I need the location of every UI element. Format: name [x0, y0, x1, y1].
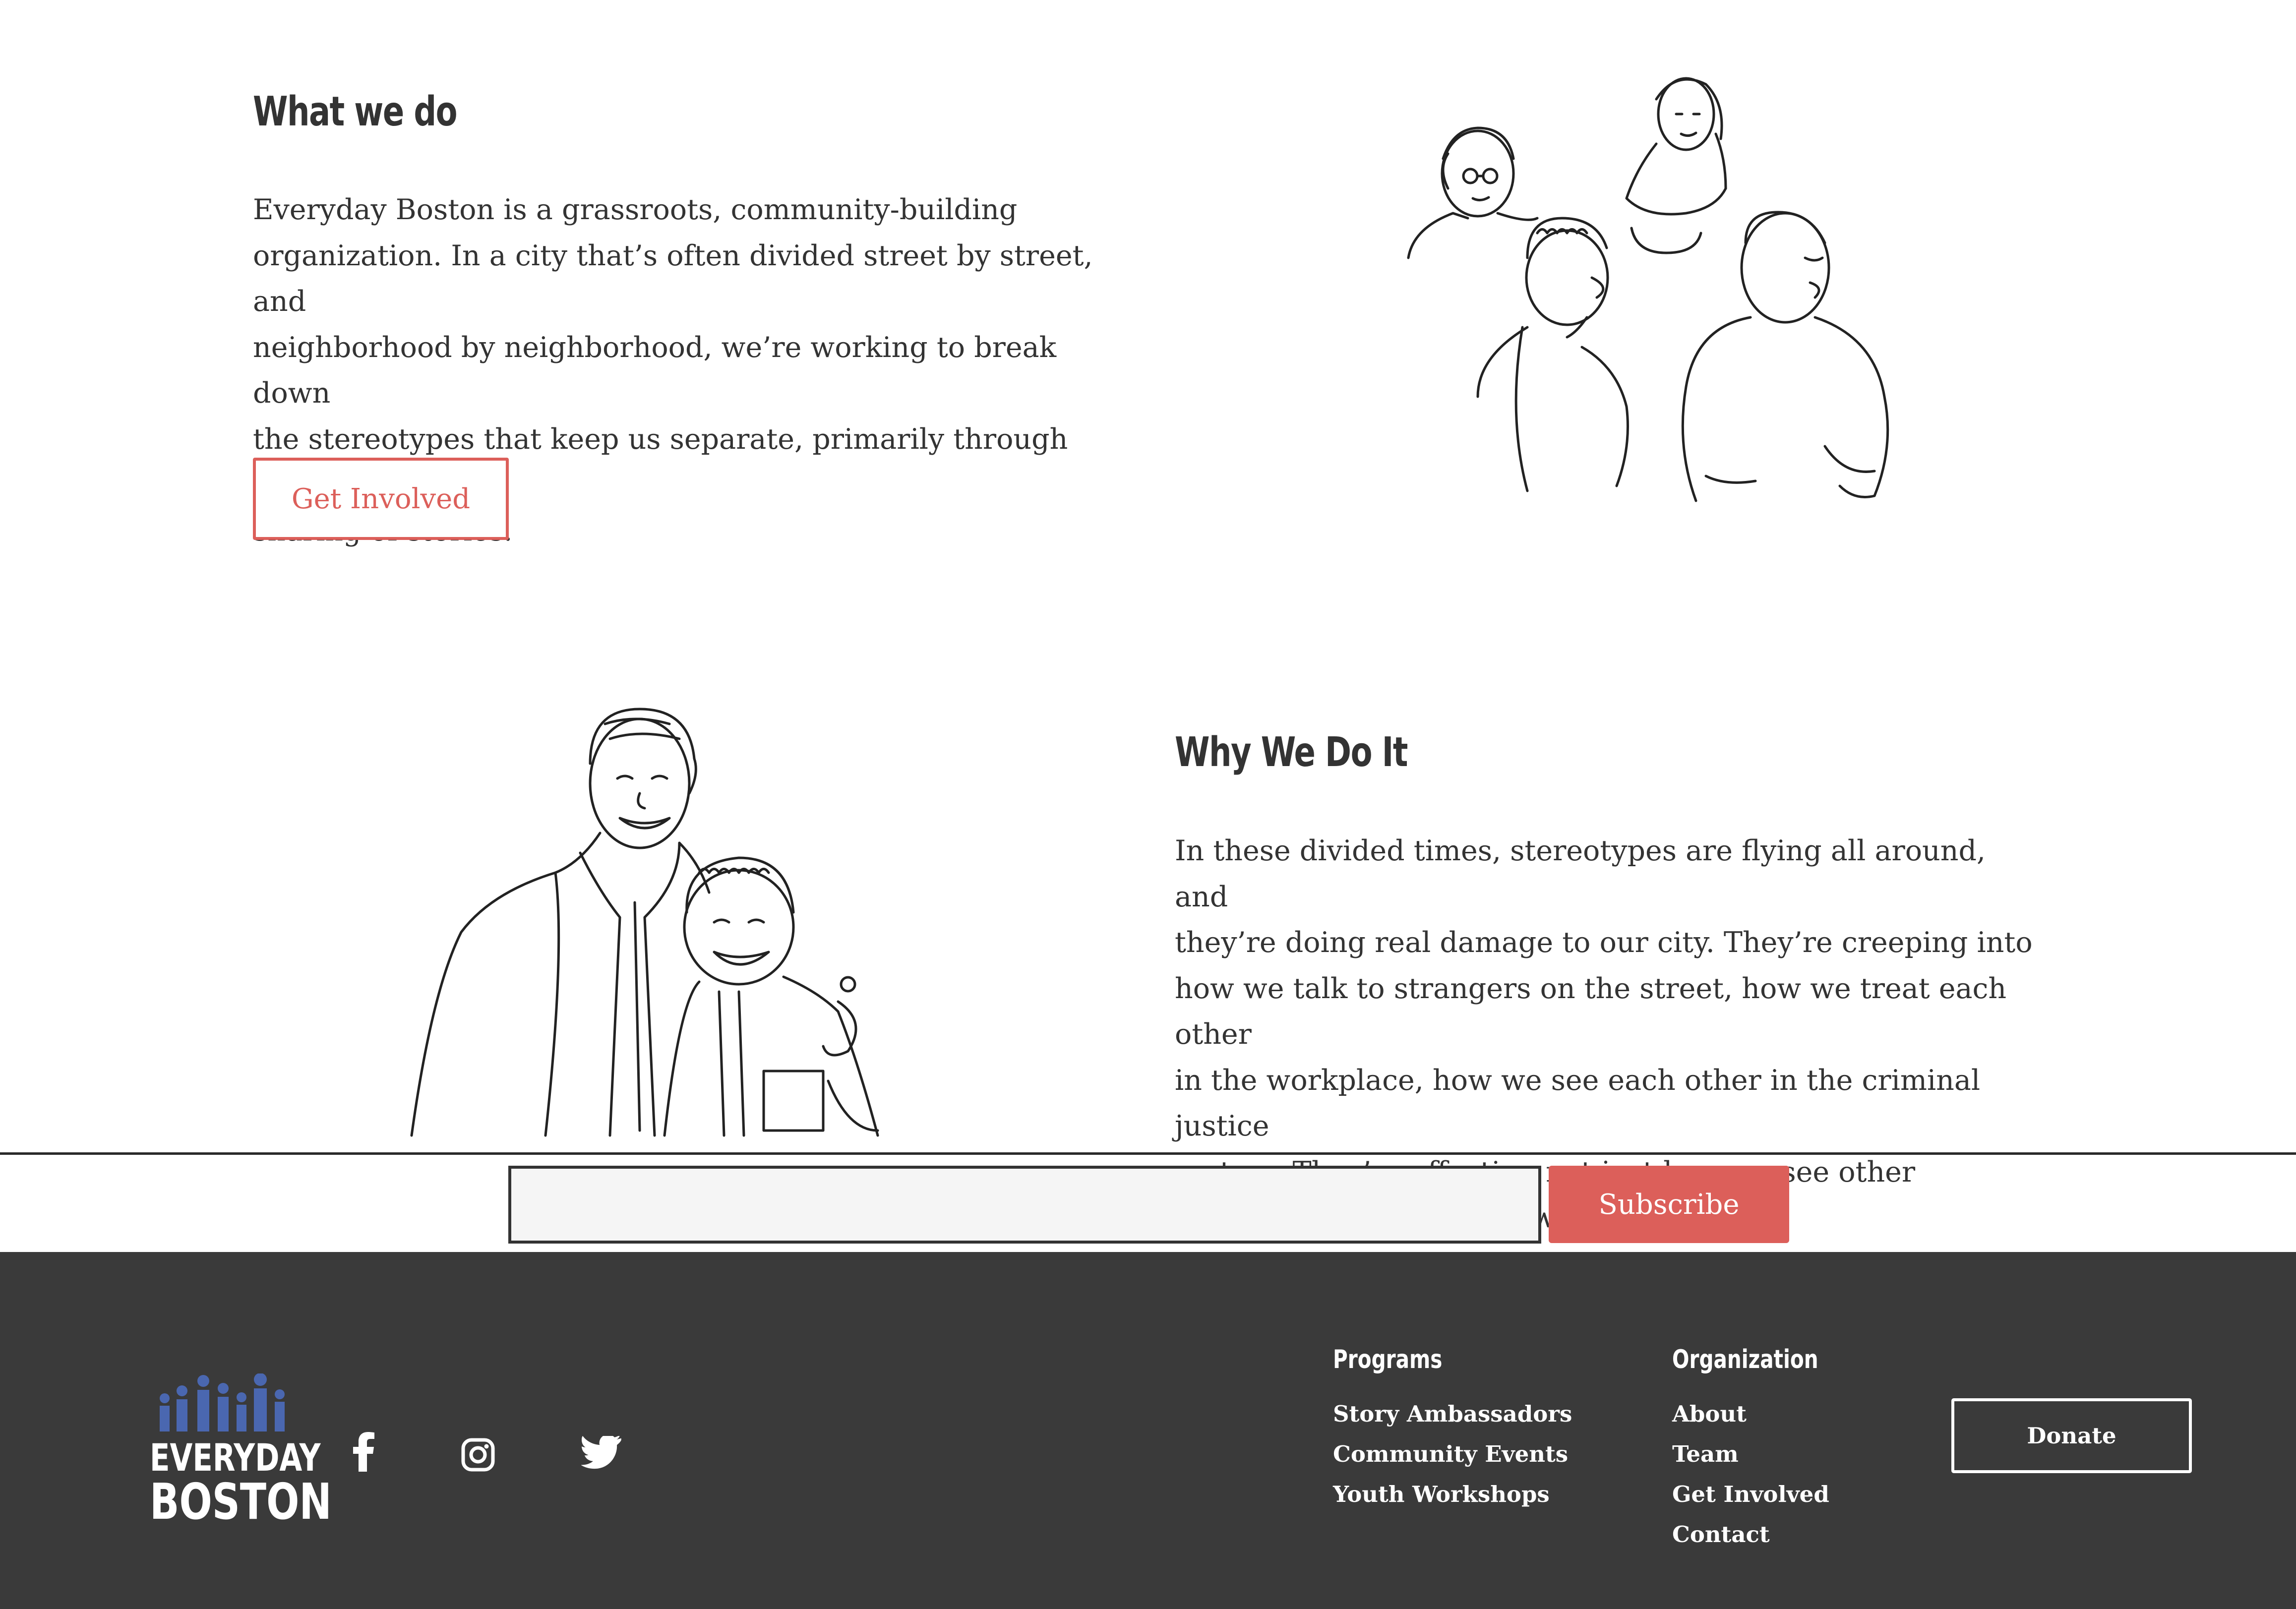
footer-link-team[interactable]: Team	[1672, 1441, 1739, 1467]
logo-people-icon	[160, 1373, 285, 1431]
footer-link-contact[interactable]: Contact	[1672, 1521, 1770, 1548]
why-we-do-it-heading: Why We Do It	[1175, 729, 1408, 776]
footer-link-community-events[interactable]: Community Events	[1333, 1441, 1568, 1467]
what-we-do-heading: What we do	[253, 88, 458, 135]
everyday-boston-logo[interactable]: EVERYDAY BOSTON	[149, 1373, 332, 1531]
organization-heading: Organization	[1672, 1345, 1818, 1374]
group-illustration	[1407, 77, 1889, 502]
paragraph-line: how we talk to strangers on the street, …	[1175, 972, 2007, 1051]
email-input[interactable]	[508, 1166, 1541, 1244]
paragraph-line: in the workplace, how we see each other …	[1175, 1064, 1981, 1143]
paragraph-line: they’re doing real damage to our city. T…	[1175, 926, 2033, 959]
paragraph-line: Everyday Boston is a grassroots, communi…	[253, 193, 1018, 226]
logo-text-boston: BOSTON	[150, 1473, 332, 1531]
get-involved-button[interactable]: Get Involved	[253, 458, 509, 540]
programs-heading: Programs	[1333, 1345, 1443, 1374]
section-divider	[0, 1152, 2296, 1155]
footer-link-get-involved[interactable]: Get Involved	[1672, 1481, 1829, 1507]
subscribe-button[interactable]: Subscribe	[1549, 1166, 1789, 1243]
donate-button[interactable]: Donate	[1951, 1398, 2192, 1473]
footer-link-youth-workshops[interactable]: Youth Workshops	[1333, 1481, 1550, 1507]
footer-link-story-ambassadors[interactable]: Story Ambassadors	[1333, 1401, 1572, 1427]
paragraph-line: In these divided times, stereotypes are …	[1175, 834, 1986, 913]
facebook-icon[interactable]	[353, 1431, 375, 1472]
paragraph-line: neighborhood by neighborhood, we’re work…	[253, 331, 1057, 410]
paragraph-line: organization. In a city that’s often div…	[253, 239, 1093, 318]
footer-link-about[interactable]: About	[1672, 1401, 1747, 1427]
twitter-icon[interactable]	[581, 1436, 622, 1470]
two-men-illustration	[410, 708, 879, 1137]
instagram-icon[interactable]	[461, 1438, 495, 1472]
